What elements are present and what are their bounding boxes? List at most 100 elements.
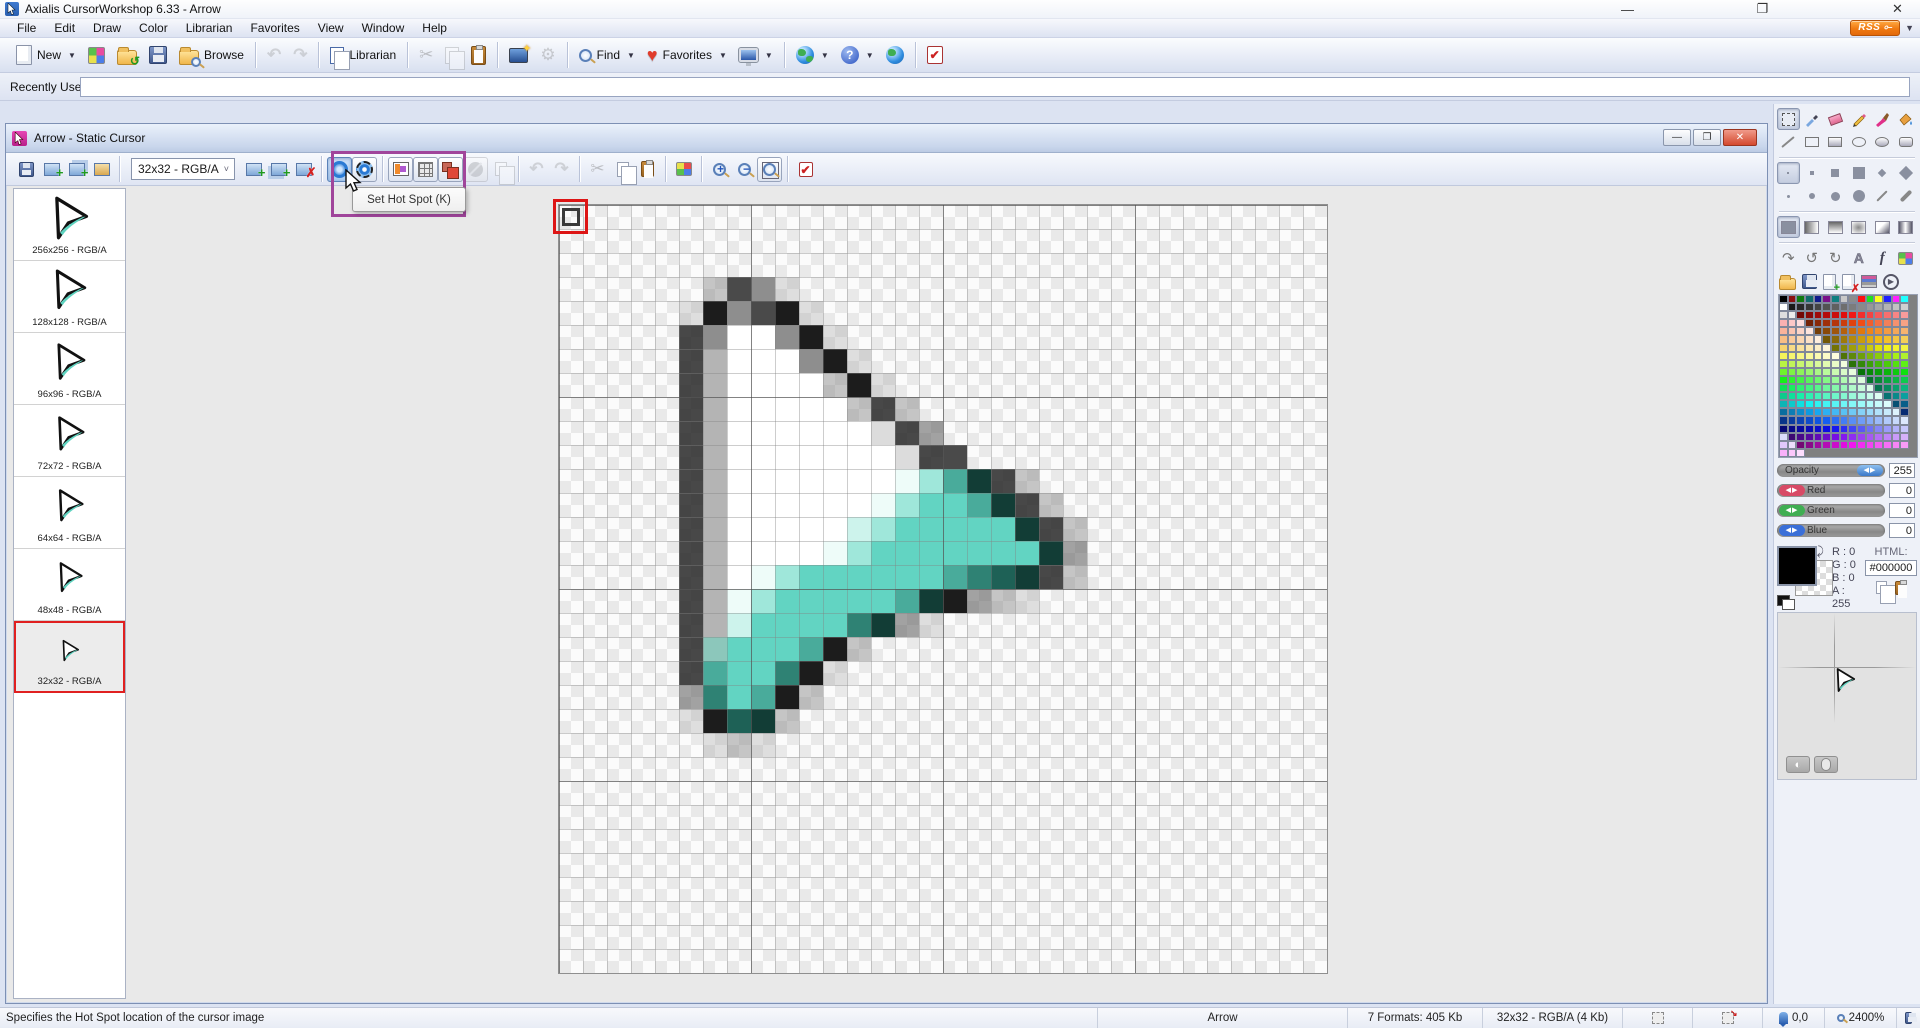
color-swatch[interactable]: [1892, 416, 1901, 424]
menu-librarian[interactable]: Librarian: [177, 19, 242, 37]
export-format-button[interactable]: [89, 157, 114, 182]
verify-button[interactable]: ✔: [921, 41, 949, 70]
brush-size-3[interactable]: [1824, 162, 1847, 184]
pixel-cell[interactable]: [703, 733, 727, 757]
new-dropdown-caret[interactable]: ▼: [68, 51, 76, 60]
color-swatch[interactable]: [1892, 344, 1901, 352]
pixel-cell[interactable]: [679, 541, 703, 565]
pixel-cell[interactable]: [871, 373, 895, 397]
pixel-cell[interactable]: [823, 565, 847, 589]
color-swatch[interactable]: [1866, 327, 1875, 335]
color-swatch[interactable]: [1796, 368, 1805, 376]
pixel-cell[interactable]: [823, 373, 847, 397]
color-swatch[interactable]: [1822, 384, 1831, 392]
pixel-cell[interactable]: [703, 301, 727, 325]
color-swatch[interactable]: [1779, 368, 1788, 376]
pixel-cell[interactable]: [1015, 469, 1039, 493]
color-swatch[interactable]: [1883, 295, 1892, 303]
pixel-cell[interactable]: [847, 421, 871, 445]
color-swatch[interactable]: [1874, 425, 1883, 433]
librarian-button[interactable]: Librarian: [324, 41, 402, 70]
eyedropper-tool[interactable]: [1801, 108, 1824, 130]
color-swatch[interactable]: [1822, 368, 1831, 376]
color-swatch[interactable]: [1892, 392, 1901, 400]
pixel-cell[interactable]: [871, 469, 895, 493]
color-swatch[interactable]: [1822, 295, 1831, 303]
pixel-cell[interactable]: [679, 661, 703, 685]
color-swatch[interactable]: [1848, 400, 1857, 408]
pixel-cell[interactable]: [727, 637, 751, 661]
color-swatch[interactable]: [1900, 303, 1909, 311]
pixel-cell[interactable]: [727, 349, 751, 373]
pixel-cell[interactable]: [799, 445, 823, 469]
color-swatch[interactable]: [1857, 311, 1866, 319]
color-swatch[interactable]: [1796, 311, 1805, 319]
pixel-cell[interactable]: [1063, 541, 1087, 565]
pixel-cell[interactable]: [919, 613, 943, 637]
color-swatch[interactable]: [1892, 311, 1901, 319]
color-swatch[interactable]: [1831, 319, 1840, 327]
color-swatch[interactable]: [1866, 295, 1875, 303]
color-swatch[interactable]: [1892, 425, 1901, 433]
color-swatch[interactable]: [1900, 392, 1909, 400]
color-swatch[interactable]: [1900, 352, 1909, 360]
pixel-cell[interactable]: [991, 469, 1015, 493]
color-swatch[interactable]: [1796, 408, 1805, 416]
brush-size-1[interactable]: [1777, 162, 1800, 184]
color-swatch[interactable]: [1892, 360, 1901, 368]
color-swatch[interactable]: [1779, 311, 1788, 319]
pixel-cell[interactable]: [967, 541, 991, 565]
html-color-field[interactable]: #000000: [1865, 560, 1917, 576]
new-image-button[interactable]: +: [241, 157, 266, 182]
color-swatch[interactable]: [1874, 384, 1883, 392]
color-swatch[interactable]: [1883, 368, 1892, 376]
color-swatch[interactable]: [1883, 392, 1892, 400]
blue-slider[interactable]: ◀▶Blue: [1777, 524, 1885, 537]
pixel-cell[interactable]: [799, 421, 823, 445]
color-swatch[interactable]: [1796, 303, 1805, 311]
color-swatch[interactable]: [1866, 384, 1875, 392]
pixel-cell[interactable]: [727, 733, 751, 757]
color-swatch[interactable]: [1900, 335, 1909, 343]
color-swatch[interactable]: [1848, 376, 1857, 384]
pixel-cell[interactable]: [775, 517, 799, 541]
color-swatch[interactable]: [1900, 416, 1909, 424]
color-swatch[interactable]: [1883, 376, 1892, 384]
rectangle-tool[interactable]: [1801, 131, 1824, 153]
pixel-cell[interactable]: [895, 517, 919, 541]
brush-slash-thick[interactable]: [1895, 185, 1918, 207]
pixel-cell[interactable]: [943, 565, 967, 589]
color-swatch[interactable]: [1892, 352, 1901, 360]
pixel-cell[interactable]: [703, 349, 727, 373]
color-swatch[interactable]: [1814, 392, 1823, 400]
text-tool[interactable]: A: [1848, 247, 1871, 269]
palette-list-icon[interactable]: [1861, 275, 1877, 288]
color-swatch[interactable]: [1848, 392, 1857, 400]
color-swatch[interactable]: [1831, 384, 1840, 392]
pixel-cell[interactable]: [775, 613, 799, 637]
color-swatch[interactable]: [1822, 352, 1831, 360]
color-swatch[interactable]: [1796, 416, 1805, 424]
color-swatch[interactable]: [1779, 360, 1788, 368]
pixel-cell[interactable]: [919, 541, 943, 565]
doc-save-button[interactable]: [14, 157, 39, 182]
color-swatch[interactable]: [1900, 319, 1909, 327]
color-swatch[interactable]: [1831, 360, 1840, 368]
color-swatch[interactable]: [1857, 319, 1866, 327]
pixel-cell[interactable]: [823, 325, 847, 349]
pixel-cell[interactable]: [1015, 493, 1039, 517]
preview-mouse-button[interactable]: [1814, 756, 1838, 773]
pixel-cell[interactable]: [775, 637, 799, 661]
pixel-cell[interactable]: [775, 709, 799, 733]
pixel-cell[interactable]: [751, 421, 775, 445]
color-swatch[interactable]: [1788, 384, 1797, 392]
color-swatch[interactable]: [1788, 368, 1797, 376]
fill-gradient-radial[interactable]: [1848, 216, 1871, 238]
color-swatch[interactable]: [1788, 335, 1797, 343]
eraser-tool[interactable]: [1824, 108, 1847, 130]
color-swatch[interactable]: [1866, 425, 1875, 433]
pixel-cell[interactable]: [775, 445, 799, 469]
color-swatch[interactable]: [1822, 335, 1831, 343]
select-tool[interactable]: [1777, 108, 1800, 130]
pixel-cell[interactable]: [943, 517, 967, 541]
